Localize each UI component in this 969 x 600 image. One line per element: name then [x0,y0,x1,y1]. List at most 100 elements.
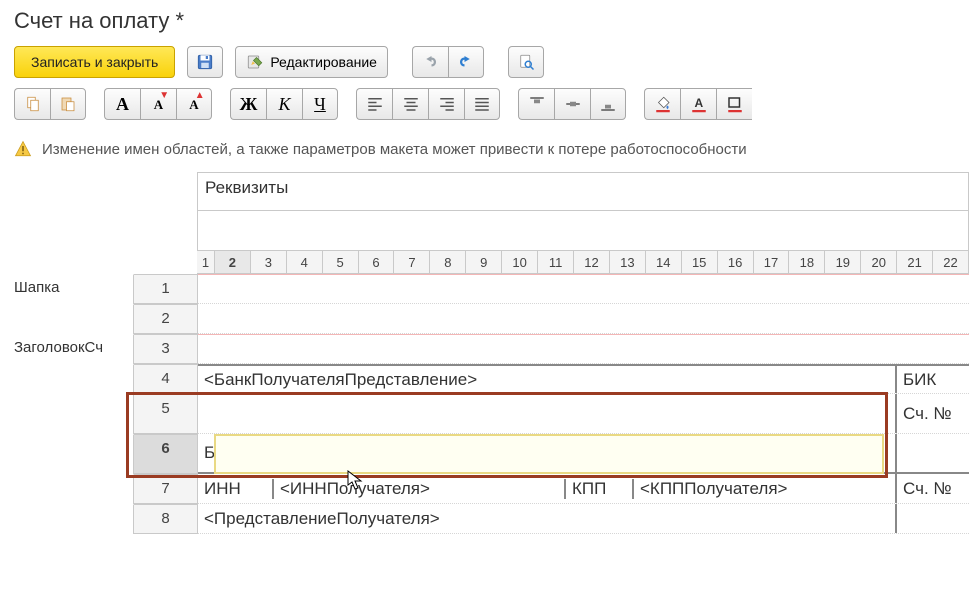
text-color-button[interactable]: A [680,88,716,120]
redo-button[interactable] [448,46,484,78]
row-header[interactable]: 8 [134,504,198,534]
grid-rows: Шапка 1 2 ЗаголовокСч 3 4 <БанкПолучател… [14,274,969,534]
col-header[interactable]: 8 [430,251,466,273]
col-header[interactable]: 1 [197,251,215,273]
redo-icon [457,53,475,71]
col-header[interactable]: 7 [394,251,430,273]
undo-button[interactable] [412,46,448,78]
fill-color-button[interactable] [644,88,680,120]
area-name[interactable] [14,394,134,434]
cell-value[interactable]: БИК [895,366,969,393]
col-header[interactable]: 10 [502,251,538,273]
col-header[interactable]: 5 [323,251,359,273]
cell-value[interactable] [895,434,969,472]
valign-middle-button[interactable] [554,88,590,120]
font-small-icon: A ▼ [154,96,163,113]
col-header[interactable]: 9 [466,251,502,273]
cell-label: ИНН [204,479,260,499]
undo-redo-group [412,46,484,78]
col-header[interactable]: 13 [610,251,646,273]
row-header[interactable]: 5 [134,394,198,434]
cell-value: <КПППолучателя> [632,479,787,499]
font-style-group: Ж К Ч [230,88,338,120]
grid-cell[interactable]: <ПредставлениеПолучателя> [198,504,969,534]
col-header[interactable]: 17 [754,251,790,273]
row-header[interactable]: 3 [134,334,198,364]
grid-cell[interactable] [198,334,969,364]
grid-cell[interactable]: <БанкПолучателяПредставление> БИК [198,364,969,394]
warning-text: Изменение имен областей, а также парамет… [42,141,747,158]
italic-button[interactable]: К [266,88,302,120]
col-header[interactable]: 18 [789,251,825,273]
col-header[interactable]: 4 [287,251,323,273]
save-button[interactable] [187,46,223,78]
bold-button[interactable]: Ж [230,88,266,120]
align-center-button[interactable] [392,88,428,120]
valign-top-icon [528,95,546,113]
row-header[interactable]: 1 [134,274,198,304]
grid-cell[interactable]: ИНН <ИННПолучателя> КПП <КПППолучателя> … [198,474,969,504]
svg-text:A: A [694,96,703,110]
area-name[interactable] [14,304,134,334]
grid-cell[interactable] [198,304,969,334]
grid-cell[interactable] [198,274,969,304]
area-name[interactable] [14,434,134,474]
col-header[interactable]: 19 [825,251,861,273]
align-left-icon [366,95,384,113]
col-header[interactable]: 11 [538,251,574,273]
col-header[interactable]: 12 [574,251,610,273]
cell-value[interactable] [895,504,969,533]
font-decrease-button[interactable]: A ▼ [140,88,176,120]
cell-value: Банк получателя [204,443,336,463]
align-left-button[interactable] [356,88,392,120]
edit-mode-label: Редактирование [270,54,377,70]
underline-icon: Ч [314,94,326,115]
cell-value[interactable]: Сч. № [895,394,969,433]
col-header[interactable]: 6 [359,251,395,273]
col-header[interactable]: 14 [646,251,682,273]
cell-value[interactable]: Сч. № [895,474,969,503]
area-name[interactable]: ЗаголовокСч [14,334,134,364]
row-header[interactable]: 7 [134,474,198,504]
col-header[interactable]: 22 [933,251,969,273]
area-name[interactable] [14,504,134,534]
col-header[interactable]: 21 [897,251,933,273]
font-large-icon: A ▲ [189,96,198,113]
underline-button[interactable]: Ч [302,88,338,120]
col-header[interactable]: 20 [861,251,897,273]
align-right-icon [438,95,456,113]
save-and-close-button[interactable]: Записать и закрыть [14,46,175,78]
col-header[interactable]: 16 [718,251,754,273]
area-name[interactable]: Шапка [14,274,134,304]
row-header[interactable]: 2 [134,304,198,334]
cell-label: КПП [564,479,620,499]
paste-icon [59,95,77,113]
edit-mode-button[interactable]: Редактирование [235,46,388,78]
row-header[interactable]: 6 [134,434,198,474]
copy-button[interactable] [14,88,50,120]
cursor-icon [346,470,364,492]
area-name[interactable] [14,364,134,394]
grid-cell[interactable]: Банк получателя [198,434,969,474]
align-justify-button[interactable] [464,88,500,120]
font-normal-button[interactable]: A [104,88,140,120]
valign-top-button[interactable] [518,88,554,120]
align-h-group [356,88,500,120]
text-color-icon: A [690,95,708,113]
paste-button[interactable] [50,88,86,120]
col-header[interactable]: 2 [215,251,251,273]
border-color-button[interactable] [716,88,752,120]
row-header[interactable]: 4 [134,364,198,394]
col-header[interactable]: 3 [251,251,287,273]
preview-button[interactable] [508,46,544,78]
color-group: A [644,88,752,120]
align-right-button[interactable] [428,88,464,120]
valign-bottom-button[interactable] [590,88,626,120]
font-increase-button[interactable]: A ▲ [176,88,212,120]
grid-cell[interactable]: Сч. № [198,394,969,434]
col-header[interactable]: 15 [682,251,718,273]
copy-icon [24,95,42,113]
page-title: Счет на оплату * [0,0,969,46]
column-ruler[interactable]: 1 2 3 4 5 6 7 8 9 10 11 12 13 14 15 16 1… [197,250,969,274]
area-name[interactable] [14,474,134,504]
